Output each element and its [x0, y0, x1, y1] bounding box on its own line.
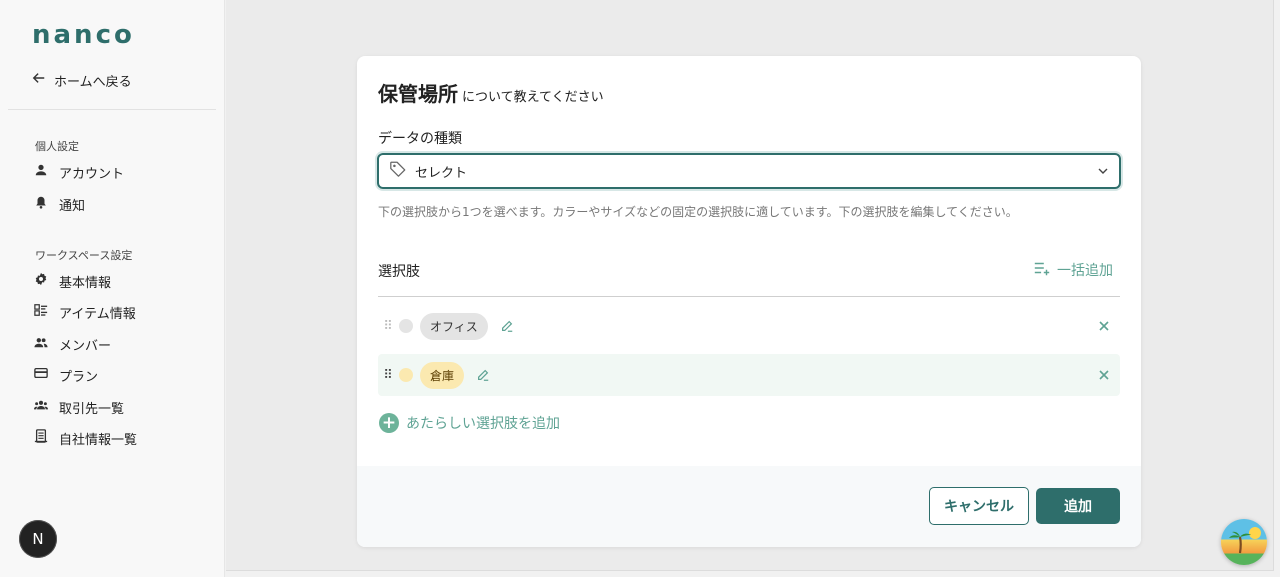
sidebar-item-label: アカウント: [59, 166, 125, 182]
user-avatar[interactable]: N: [19, 520, 57, 558]
bulk-add-label: 一括追加: [1057, 263, 1113, 279]
drag-handle-icon[interactable]: ⠿: [378, 319, 398, 334]
option-chip: 倉庫: [420, 361, 465, 389]
list-add-icon: [1033, 259, 1051, 281]
bell-icon: [34, 195, 48, 213]
option-row: ⠿ 倉庫: [378, 354, 1120, 396]
data-type-label: データの種類: [378, 131, 462, 147]
modal-title: 保管場所 について教えてください: [378, 78, 604, 107]
sidebar-item-item-info[interactable]: アイテム情報: [34, 301, 136, 323]
bulk-add-button[interactable]: 一括追加: [1033, 259, 1113, 281]
modal-title-suffix: について教えてください: [462, 90, 604, 105]
arrow-left-icon: [32, 71, 46, 89]
sidebar-item-label: 基本情報: [59, 275, 112, 291]
edit-icon[interactable]: [476, 368, 490, 382]
sidebar: nanco ホームへ戻る 個人設定 アカウント 通知 ワークスペース設定 基本情…: [0, 0, 225, 577]
support-chat-button[interactable]: [1221, 519, 1267, 565]
drag-handle-icon[interactable]: ⠿: [378, 368, 398, 383]
close-icon[interactable]: [1098, 369, 1110, 381]
cancel-button[interactable]: キャンセル: [929, 487, 1029, 525]
option-row: ⠿ オフィス: [378, 305, 1120, 347]
personal-settings-heading: 個人設定: [35, 140, 79, 153]
modal-title-field-name: 保管場所: [378, 82, 458, 106]
sidebar-divider: [8, 109, 216, 110]
group-icon: [34, 335, 48, 353]
sidebar-item-members[interactable]: メンバー: [34, 333, 111, 355]
partners-icon: [34, 398, 48, 416]
back-link-label: ホームへ戻る: [54, 74, 132, 90]
tag-icon: [389, 160, 407, 182]
island-icon: [1229, 527, 1261, 554]
sidebar-item-account[interactable]: アカウント: [34, 161, 124, 183]
options-heading: 選択肢: [378, 264, 420, 280]
sidebar-item-plan[interactable]: プラン: [34, 364, 98, 386]
plus-circle-icon: +: [379, 413, 399, 433]
data-type-help-text: 下の選択肢から1つを選べます。カラーやサイズなどの固定の選択肢に適しています。下…: [378, 205, 1018, 219]
back-to-home-link[interactable]: ホームへ戻る: [32, 70, 132, 90]
sidebar-item-label: 自社情報一覧: [59, 432, 138, 448]
options-divider: [378, 296, 1120, 297]
document-icon: [34, 429, 48, 447]
sidebar-item-notifications[interactable]: 通知: [34, 193, 85, 215]
sidebar-item-company-info[interactable]: 自社情報一覧: [34, 427, 137, 449]
nanco-logo[interactable]: nanco: [32, 20, 135, 50]
list-icon: [34, 303, 48, 321]
sidebar-item-basic-info[interactable]: 基本情報: [34, 270, 111, 292]
option-color-dot[interactable]: [399, 319, 413, 333]
close-icon[interactable]: [1098, 320, 1110, 332]
sidebar-item-label: プラン: [59, 369, 99, 385]
option-chip: オフィス: [420, 312, 488, 340]
gear-icon: [34, 272, 48, 290]
add-button[interactable]: 追加: [1036, 488, 1120, 524]
sidebar-item-partners[interactable]: 取引先一覧: [34, 396, 124, 418]
add-option-button[interactable]: + あたらしい選択肢を追加: [379, 413, 560, 433]
card-icon: [34, 366, 48, 384]
person-icon: [34, 163, 48, 181]
add-option-label: あたらしい選択肢を追加: [406, 416, 560, 432]
sidebar-item-label: アイテム情報: [59, 306, 136, 322]
data-type-select[interactable]: セレクト: [377, 153, 1121, 189]
option-color-dot[interactable]: [399, 368, 413, 382]
sidebar-item-label: 取引先一覧: [59, 401, 125, 417]
data-type-select-value: セレクト: [415, 165, 468, 181]
add-field-modal: 保管場所 について教えてください データの種類 セレクト 下の選択肢から1つを選…: [357, 56, 1141, 547]
modal-footer: キャンセル 追加: [357, 466, 1141, 547]
sidebar-item-label: メンバー: [59, 338, 112, 354]
sidebar-item-label: 通知: [59, 198, 86, 214]
chevron-down-icon: [1097, 162, 1109, 181]
edit-icon[interactable]: [500, 319, 514, 333]
workspace-settings-heading: ワークスペース設定: [35, 249, 133, 262]
